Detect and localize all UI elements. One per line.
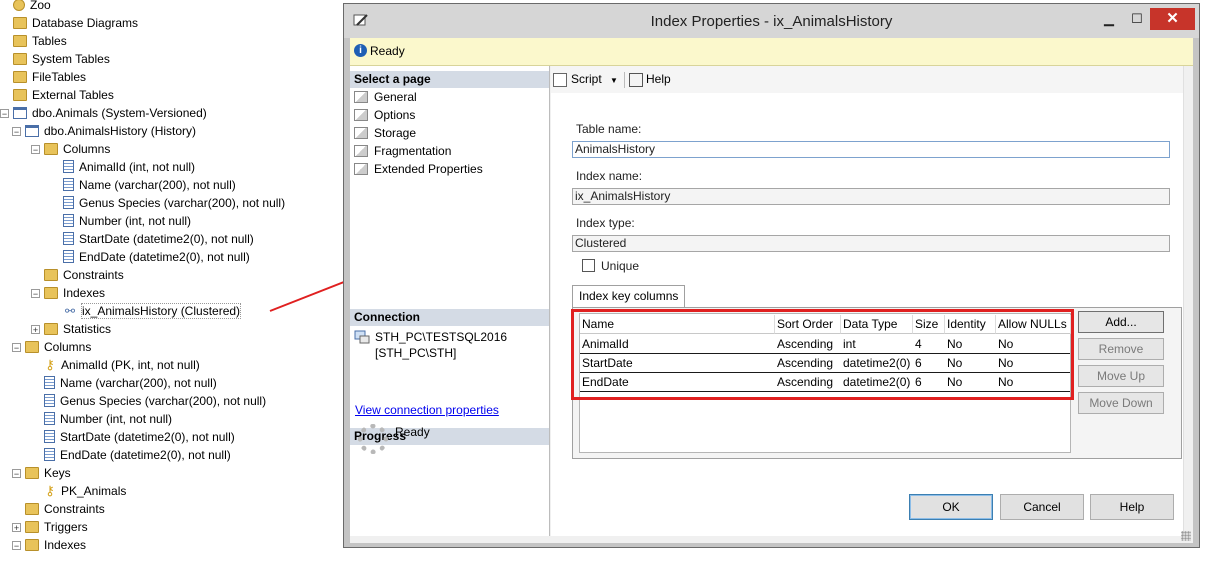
help-toolbar-button[interactable]: Help: [629, 72, 671, 87]
help-button[interactable]: Help: [1090, 494, 1174, 520]
page-item-general[interactable]: General: [354, 88, 417, 106]
table-name-field[interactable]: AnimalsHistory: [572, 141, 1170, 158]
minimize-button[interactable]: ▁: [1095, 8, 1123, 30]
tab-index-key-columns[interactable]: Index key columns: [572, 285, 685, 307]
index-name-field[interactable]: ix_AnimalsHistory: [572, 188, 1170, 205]
dialog-titlebar[interactable]: Index Properties - ix_AnimalsHistory ▁ ☐…: [344, 4, 1199, 38]
connection-header: Connection: [350, 309, 549, 326]
table-name-label: Table name:: [576, 122, 642, 136]
cancel-button[interactable]: Cancel: [1000, 494, 1084, 520]
page-item-label: General: [374, 90, 417, 104]
page-item-extended-properties[interactable]: Extended Properties: [354, 160, 483, 178]
info-icon: i: [354, 44, 367, 57]
ok-button[interactable]: OK: [909, 494, 993, 520]
help-icon: [629, 72, 643, 87]
page-item-label: Options: [374, 108, 416, 122]
status-bar: i Ready: [350, 38, 1193, 66]
view-connection-properties-link[interactable]: View connection properties: [355, 403, 499, 417]
resize-grip[interactable]: [1181, 531, 1191, 541]
dialog-title: Index Properties - ix_AnimalsHistory: [650, 13, 893, 30]
connection-user: [STH_PC\STH]: [375, 346, 457, 360]
page-item-options[interactable]: Options: [354, 106, 415, 124]
index-name-label: Index name:: [576, 169, 643, 183]
page-icon: [354, 144, 368, 157]
select-page-header: Select a page: [350, 71, 549, 88]
add-button[interactable]: Add...: [1078, 311, 1164, 333]
script-button[interactable]: Script ▼: [553, 72, 618, 87]
progress-spinner-icon: [358, 424, 388, 454]
move-down-button[interactable]: Move Down: [1078, 392, 1164, 414]
page-item-storage[interactable]: Storage: [354, 124, 416, 142]
index-properties-dialog: Index Properties - ix_AnimalsHistory ▁ ☐…: [343, 3, 1200, 548]
toolbar: Script ▼ Help: [551, 66, 1191, 93]
page-item-fragmentation[interactable]: Fragmentation: [354, 142, 451, 160]
move-up-button[interactable]: Move Up: [1078, 365, 1164, 387]
server-icon: [354, 330, 370, 344]
page-icon: [354, 108, 368, 121]
remove-button[interactable]: Remove: [1078, 338, 1164, 360]
close-button[interactable]: ✕: [1150, 8, 1195, 30]
page-item-label: Storage: [374, 126, 417, 140]
dialog-body: i Ready Select a page General Options Stor…: [350, 38, 1193, 543]
progress-status: Ready: [395, 425, 430, 439]
vertical-scrollbar[interactable]: [1183, 66, 1192, 536]
page-icon: [354, 162, 368, 175]
page-item-label: Extended Properties: [374, 162, 483, 176]
toolbar-separator: [624, 72, 625, 88]
right-pane: Script ▼ Help Table name: AnimalsHistory…: [551, 66, 1192, 536]
page-item-label: Fragmentation: [374, 144, 452, 158]
script-icon: [553, 72, 567, 87]
unique-checkbox[interactable]: [582, 259, 595, 272]
page-icon: [354, 126, 368, 139]
page-icon: [354, 90, 368, 103]
chevron-down-icon: ▼: [610, 76, 618, 85]
left-pane: Select a page General Options Storage Fragm…: [350, 66, 550, 536]
maximize-button[interactable]: ☐: [1123, 8, 1151, 30]
highlight-box: [571, 309, 1074, 400]
index-type-field[interactable]: Clustered: [572, 235, 1170, 252]
index-type-label: Index type:: [576, 216, 635, 230]
connection-server: STH_PC\TESTSQL2016: [375, 330, 508, 344]
status-text: Ready: [370, 44, 405, 58]
unique-label: Unique: [601, 259, 640, 273]
